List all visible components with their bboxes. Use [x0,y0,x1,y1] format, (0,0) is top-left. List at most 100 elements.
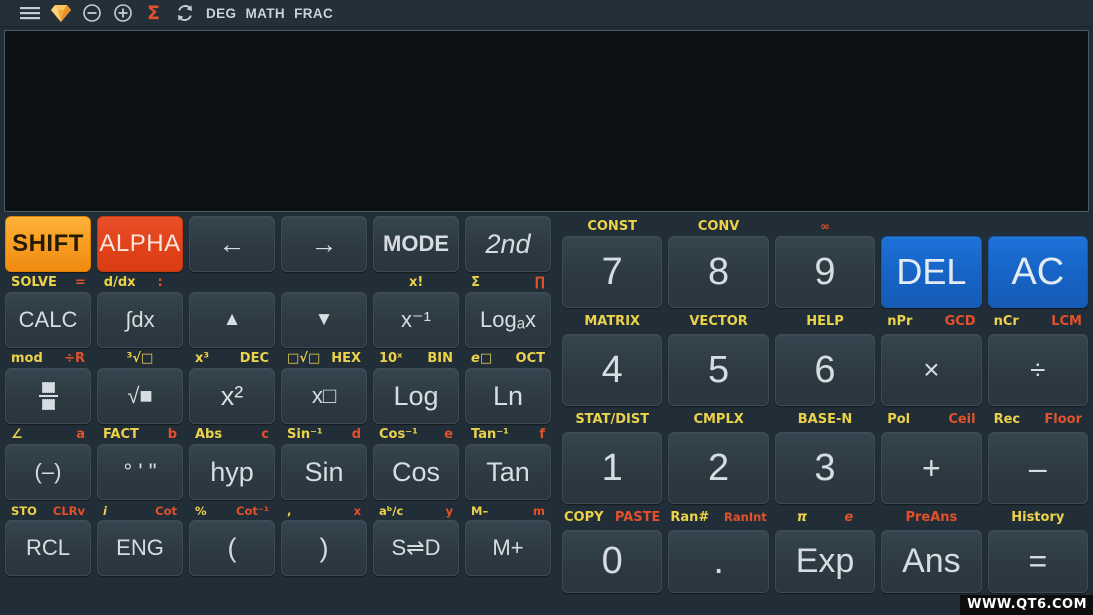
label-cell: M– m [471,503,545,518]
label-cell: Abs c [195,427,269,442]
key-0[interactable]: 0 [562,530,663,593]
label-cell: Σ ∏ [471,275,545,290]
key-tan[interactable]: Tan [465,444,551,500]
label-cell: Sin⁻¹ d [287,427,361,442]
label-cell: CONV [697,218,740,234]
key-ans[interactable]: Ans [881,530,982,593]
key-del[interactable]: DEL [881,236,982,308]
label-cell: BASE-N [797,411,853,427]
status-frac: FRAC [294,5,334,21]
label-cell: ,x [287,503,361,518]
key-eng[interactable]: ENG [97,520,183,576]
key-reciprocal[interactable]: x⁻¹ [373,292,459,348]
watermark: WWW.QT6.COM [960,595,1093,615]
key-3[interactable]: 3 [774,432,876,504]
key-8[interactable]: 8 [668,236,769,308]
key-power[interactable]: x□ [281,368,367,424]
key-s-d-toggle[interactable]: S⇌D [373,520,459,576]
key-9[interactable]: 9 [774,236,876,308]
diamond-icon[interactable] [45,0,76,27]
label-cell: COPY PASTE [564,509,661,525]
key-integral[interactable]: ∫dx [97,292,183,348]
key-log-base-a[interactable]: Logₐx [465,292,551,348]
key-log[interactable]: Log [373,368,459,424]
key-decimal[interactable]: . [668,530,769,593]
key-2[interactable]: 2 [668,432,769,504]
key-calc[interactable]: CALC [5,292,91,348]
label-cell: mod ÷R [11,351,85,366]
status-deg: DEG [206,5,237,21]
key-open-paren[interactable]: ( [189,520,275,576]
label-cell [281,273,367,292]
label-cell: Ran# RanInt [670,509,767,525]
key-memory-plus[interactable]: M+ [465,520,551,576]
key-close-paren[interactable]: ) [281,520,367,576]
key-7[interactable]: 7 [562,236,663,308]
key-4[interactable]: 4 [562,334,663,406]
label-cell [988,217,1088,236]
key-hyp[interactable]: hyp [189,444,275,500]
key-cos[interactable]: Cos [373,444,459,500]
label-row-4: STO CLRv i Cot % Cot⁻¹ ,x aᵇ/ᴄ y M– m [0,501,556,520]
function-keypad: SHIFT ALPHA ← → MODE 2nd SOLVE = d/dx: x!… [0,216,556,615]
zoom-in-icon[interactable] [107,0,138,27]
label-cell: ∞ [820,219,830,233]
label-cell: % Cot⁻¹ [195,503,269,518]
refresh-icon[interactable] [169,0,200,27]
label-cell: x³ DEC [195,351,269,366]
key-6[interactable]: 6 [774,334,876,406]
label-row-r2: STAT/DIST CMPLX BASE-N Pol Ceil Rec Floor [557,406,1093,432]
label-cell: i Cot [103,503,177,518]
label-cell: Cos⁻¹ e [379,427,453,442]
key-divide[interactable]: ÷ [987,334,1088,406]
toolbar: Σ DEG MATH FRAC [0,0,1093,27]
menu-icon[interactable] [14,0,45,27]
key-ln[interactable]: Ln [465,368,551,424]
sigma-icon[interactable]: Σ [138,0,169,27]
label-cell: CMPLX [693,411,744,427]
key-down-arrow[interactable]: ▼ [281,292,367,348]
key-up-arrow[interactable]: ▲ [189,292,275,348]
label-cell: CONST [587,218,638,234]
key-sqrt[interactable]: √■ [97,368,183,424]
key-5[interactable]: 5 [668,334,769,406]
key-mode[interactable]: MODE [373,216,459,272]
key-square[interactable]: x² [189,368,275,424]
label-row-3: ∠ a FACT b Abs c Sin⁻¹ d Cos⁻¹ e Tan⁻¹ f [0,425,556,444]
key-ac[interactable]: AC [987,236,1088,308]
numeric-keypad: CONST CONV ∞ 7 8 9 DEL AC MATRIX VECTOR … [557,216,1093,615]
label-cell: MATRIX [584,313,641,329]
key-equals[interactable]: = [987,530,1088,593]
label-cell: PreAns [905,509,958,525]
calculator-display[interactable] [4,30,1089,212]
zoom-out-icon[interactable] [76,0,107,27]
label-cell: VECTOR [689,313,748,329]
label-row-r0: CONST CONV ∞ [557,216,1093,236]
label-row-r3: COPY PASTE Ran# RanInt πe PreAns History [557,504,1093,530]
key-left-arrow[interactable]: ← [189,216,275,272]
key-alpha[interactable]: ALPHA [97,216,183,272]
label-cell: nPr GCD [887,313,976,329]
key-fraction[interactable] [5,368,91,424]
key-right-arrow[interactable]: → [281,216,367,272]
key-minus[interactable]: – [987,432,1088,504]
label-cell: STO CLRv [11,503,85,518]
key-plus[interactable]: + [881,432,982,504]
label-cell: ³√□ [126,351,154,366]
label-cell: πe [796,509,854,525]
key-negative[interactable]: (–) [5,444,91,500]
label-cell: STAT/DIST [575,411,650,427]
key-2nd[interactable]: 2nd [465,216,551,272]
key-sin[interactable]: Sin [281,444,367,500]
status-indicators: DEG MATH FRAC [206,6,342,21]
label-row-1: SOLVE = d/dx: x! Σ ∏ [0,273,556,292]
label-cell [881,217,981,236]
key-rcl[interactable]: RCL [5,520,91,576]
display-value [5,31,1088,47]
calculator-app: Σ DEG MATH FRAC SHIFT ALPHA ← → MODE 2nd [0,0,1093,615]
key-1[interactable]: 1 [562,432,663,504]
key-shift[interactable]: SHIFT [5,216,91,272]
key-dms[interactable]: ° ' " [97,444,183,500]
key-multiply[interactable]: × [881,334,982,406]
key-exp[interactable]: Exp [774,530,876,593]
